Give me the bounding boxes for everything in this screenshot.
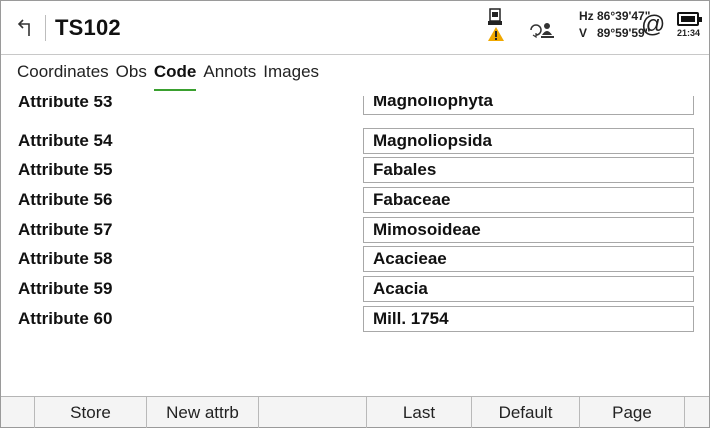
tab-code[interactable]: Code [153, 62, 196, 91]
attribute-label: Attribute 56 [18, 190, 113, 210]
title-bar: TS102 Hz 86°39'47" V 89°59'59" @ 21:34 [1, 1, 709, 55]
attribute-row: Attribute 60 Mill. 1754 [0, 304, 710, 334]
attribute-label: Attribute 59 [18, 279, 113, 299]
attribute-value-field[interactable]: Fabaceae [363, 187, 694, 214]
link-status[interactable] [527, 21, 559, 39]
attribute-value-field[interactable]: Magnoliopsida [363, 127, 694, 154]
attribute-label: Attribute 53 [18, 96, 113, 111]
new-attribute-button[interactable]: New attrb [147, 397, 259, 428]
instrument-status[interactable] [485, 7, 507, 47]
softkey-f4-blank[interactable] [259, 397, 367, 428]
last-button[interactable]: Last [367, 397, 472, 428]
page-title: TS102 [55, 15, 121, 40]
attribute-list[interactable]: Attribute 53 Magnoliophyta Attribute 54 … [0, 96, 710, 396]
attribute-label: Attribute 55 [18, 160, 113, 180]
bluetooth-link-icon [530, 23, 554, 39]
attribute-row: Attribute 58 Acacieae [0, 244, 710, 274]
attribute-row: Attribute 59 Acacia [0, 274, 710, 304]
softkey-bar: Store New attrb Last Default Page [1, 396, 709, 428]
default-button[interactable]: Default [472, 397, 580, 428]
at-icon[interactable]: @ [641, 11, 665, 39]
attribute-label: Attribute 57 [18, 219, 113, 239]
attribute-label: Attribute 54 [18, 130, 113, 150]
title-separator [45, 15, 46, 41]
tab-images[interactable]: Images [263, 62, 319, 88]
attribute-row: Attribute 55 Fabales [0, 155, 710, 185]
attribute-value-field[interactable]: Fabales [363, 157, 694, 184]
clock: 21:34 [677, 28, 701, 38]
attribute-value-field[interactable]: Mill. 1754 [363, 305, 694, 332]
tab-annots[interactable]: Annots [203, 62, 256, 88]
back-arrow-icon [17, 19, 30, 36]
tab-bar: Coordinates Obs Code Annots Images [17, 62, 326, 91]
back-button[interactable] [13, 14, 39, 42]
softkey-f1-blank[interactable] [1, 397, 35, 428]
attribute-value-field[interactable]: Acacieae [363, 246, 694, 273]
hz-label: Hz [579, 9, 594, 23]
v-label: V [579, 26, 588, 40]
attribute-value-field[interactable]: Acacia [363, 276, 694, 303]
attribute-row: Attribute 53 Magnoliophyta [0, 96, 710, 126]
angle-readout: Hz 86°39'47" V 89°59'59" [579, 8, 650, 42]
store-button[interactable]: Store [35, 397, 147, 428]
softkey-f8-blank[interactable] [685, 397, 709, 428]
attribute-label: Attribute 60 [18, 308, 113, 328]
page-button[interactable]: Page [580, 397, 685, 428]
attribute-value-field[interactable]: Magnoliophyta [363, 96, 694, 115]
attribute-value-field[interactable]: Mimosoideae [363, 216, 694, 243]
instrument-warning-icon [488, 8, 504, 41]
tab-obs[interactable]: Obs [116, 62, 147, 88]
attribute-row: Attribute 56 Fabaceae [0, 185, 710, 215]
attribute-row: Attribute 54 Magnoliopsida [0, 126, 710, 156]
tab-coordinates[interactable]: Coordinates [17, 62, 109, 88]
attribute-row: Attribute 57 Mimosoideae [0, 215, 710, 245]
attribute-label: Attribute 58 [18, 249, 113, 269]
